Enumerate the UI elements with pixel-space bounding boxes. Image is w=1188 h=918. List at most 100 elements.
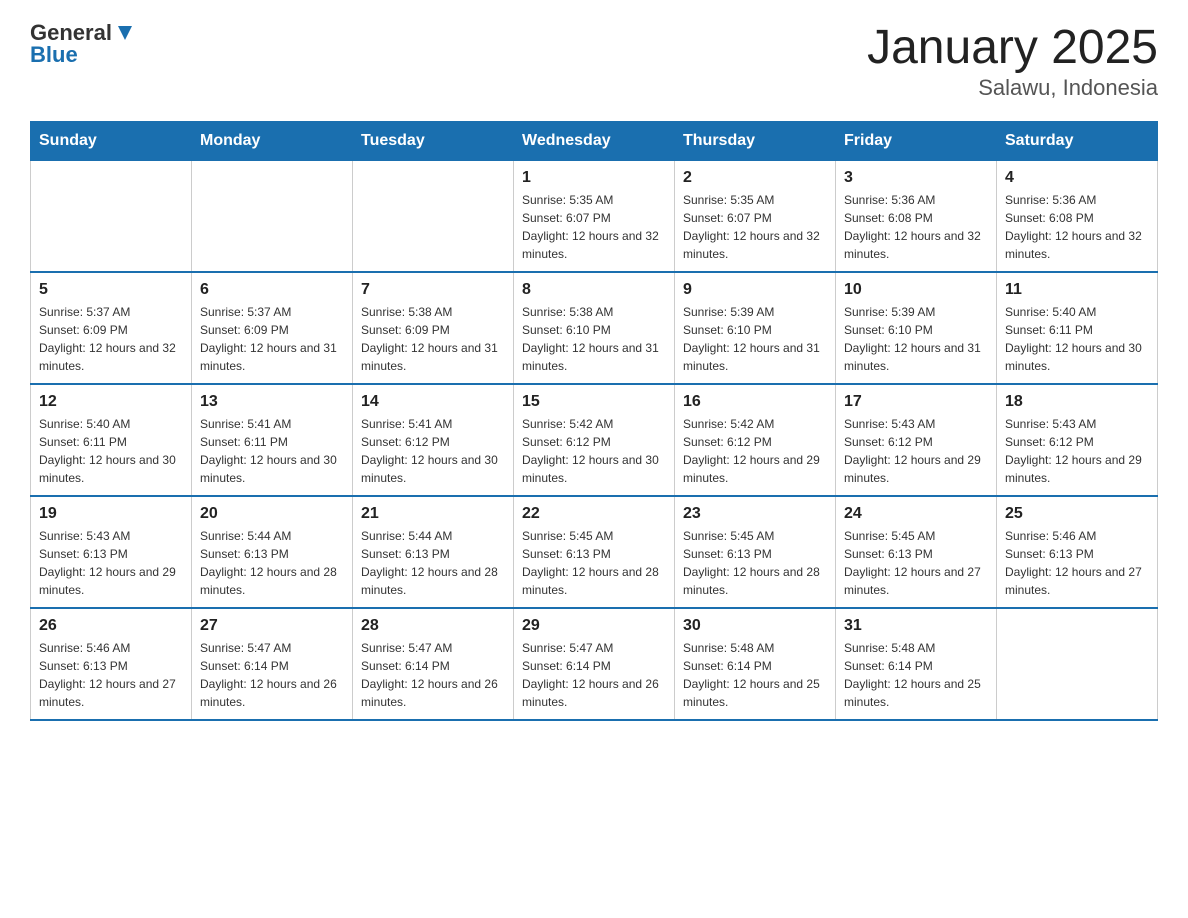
- calendar-header-row: SundayMondayTuesdayWednesdayThursdayFrid…: [31, 122, 1158, 161]
- calendar-cell: [997, 608, 1158, 720]
- calendar-cell: 3Sunrise: 5:36 AMSunset: 6:08 PMDaylight…: [836, 161, 997, 273]
- day-number: 17: [844, 393, 988, 411]
- day-number: 12: [39, 393, 183, 411]
- calendar-day-header: Monday: [192, 122, 353, 161]
- calendar-cell: 27 Sunrise: 5:47 AMSunset: 6:14 PMDayligh…: [192, 608, 353, 720]
- title-block: January 2025 Salawu, Indonesia: [867, 20, 1158, 101]
- day-info: Sunrise: 5:44 AMSunset: 6:13 PMDaylight:…: [361, 527, 505, 599]
- day-number: 13: [200, 393, 344, 411]
- calendar-week-row: 5 Sunrise: 5:37 AMSunset: 6:09 PMDaylight…: [31, 272, 1158, 384]
- day-number: 18: [1005, 393, 1149, 411]
- day-number: 3: [844, 169, 988, 187]
- calendar-week-row: 12 Sunrise: 5:40 AMSunset: 6:11 PMDayligh…: [31, 384, 1158, 496]
- day-number: 20: [200, 505, 344, 523]
- day-info: Sunrise: 5:44 AMSunset: 6:13 PMDaylight:…: [200, 527, 344, 599]
- day-info: Sunrise: 5:40 AMSunset: 6:11 PMDaylight:…: [1005, 303, 1149, 375]
- day-number: 22: [522, 505, 666, 523]
- day-info: Sunrise: 5:36 AMSunset: 6:08 PMDaylight:…: [1005, 191, 1149, 263]
- calendar-cell: 30 Sunrise: 5:48 AMSunset: 6:14 PMDayligh…: [675, 608, 836, 720]
- day-info: Sunrise: 5:35 AMSunset: 6:07 PMDaylight:…: [522, 191, 666, 263]
- calendar-cell: 14 Sunrise: 5:41 AMSunset: 6:12 PMDayligh…: [353, 384, 514, 496]
- day-info: Sunrise: 5:48 AMSunset: 6:14 PMDaylight:…: [844, 639, 988, 711]
- calendar-cell: 1 Sunrise: 5:35 AMSunset: 6:07 PMDaylight…: [514, 161, 675, 273]
- day-number: 28: [361, 617, 505, 635]
- calendar-cell: 16 Sunrise: 5:42 AMSunset: 6:12 PMDayligh…: [675, 384, 836, 496]
- calendar-cell: 6Sunrise: 5:37 AMSunset: 6:09 PMDaylight…: [192, 272, 353, 384]
- calendar-cell: 26 Sunrise: 5:46 AMSunset: 6:13 PMDayligh…: [31, 608, 192, 720]
- calendar-cell: 5 Sunrise: 5:37 AMSunset: 6:09 PMDaylight…: [31, 272, 192, 384]
- day-number: 1: [522, 169, 666, 187]
- logo-triangle-icon: [114, 22, 136, 44]
- day-number: 7: [361, 281, 505, 299]
- day-number: 2: [683, 169, 827, 187]
- calendar-week-row: 26 Sunrise: 5:46 AMSunset: 6:13 PMDayligh…: [31, 608, 1158, 720]
- calendar-cell: 23 Sunrise: 5:45 AMSunset: 6:13 PMDayligh…: [675, 496, 836, 608]
- day-number: 16: [683, 393, 827, 411]
- day-info: Sunrise: 5:45 AMSunset: 6:13 PMDaylight:…: [683, 527, 827, 599]
- calendar-cell: 28 Sunrise: 5:47 AMSunset: 6:14 PMDayligh…: [353, 608, 514, 720]
- calendar-cell: 12 Sunrise: 5:40 AMSunset: 6:11 PMDayligh…: [31, 384, 192, 496]
- day-number: 23: [683, 505, 827, 523]
- calendar-cell: 18Sunrise: 5:43 AMSunset: 6:12 PMDayligh…: [997, 384, 1158, 496]
- calendar-cell: 20 Sunrise: 5:44 AMSunset: 6:13 PMDayligh…: [192, 496, 353, 608]
- calendar-table: SundayMondayTuesdayWednesdayThursdayFrid…: [30, 121, 1158, 721]
- day-number: 4: [1005, 169, 1149, 187]
- day-info: Sunrise: 5:46 AMSunset: 6:13 PMDaylight:…: [39, 639, 183, 711]
- day-info: Sunrise: 5:47 AMSunset: 6:14 PMDaylight:…: [200, 639, 344, 711]
- day-info: Sunrise: 5:43 AMSunset: 6:13 PMDaylight:…: [39, 527, 183, 599]
- calendar-cell: 7Sunrise: 5:38 AMSunset: 6:09 PMDaylight…: [353, 272, 514, 384]
- calendar-cell: [353, 161, 514, 273]
- logo-blue: Blue: [30, 42, 78, 68]
- day-number: 26: [39, 617, 183, 635]
- calendar-day-header: Saturday: [997, 122, 1158, 161]
- day-info: Sunrise: 5:41 AMSunset: 6:12 PMDaylight:…: [361, 415, 505, 487]
- day-number: 25: [1005, 505, 1149, 523]
- calendar-day-header: Thursday: [675, 122, 836, 161]
- day-info: Sunrise: 5:38 AMSunset: 6:10 PMDaylight:…: [522, 303, 666, 375]
- day-number: 29: [522, 617, 666, 635]
- calendar-cell: 11 Sunrise: 5:40 AMSunset: 6:11 PMDayligh…: [997, 272, 1158, 384]
- day-info: Sunrise: 5:42 AMSunset: 6:12 PMDaylight:…: [522, 415, 666, 487]
- day-info: Sunrise: 5:45 AMSunset: 6:13 PMDaylight:…: [844, 527, 988, 599]
- calendar-cell: 9 Sunrise: 5:39 AMSunset: 6:10 PMDaylight…: [675, 272, 836, 384]
- day-info: Sunrise: 5:35 AMSunset: 6:07 PMDaylight:…: [683, 191, 827, 263]
- day-info: Sunrise: 5:37 AMSunset: 6:09 PMDaylight:…: [39, 303, 183, 375]
- day-info: Sunrise: 5:48 AMSunset: 6:14 PMDaylight:…: [683, 639, 827, 711]
- day-info: Sunrise: 5:37 AMSunset: 6:09 PMDaylight:…: [200, 303, 344, 375]
- day-info: Sunrise: 5:39 AMSunset: 6:10 PMDaylight:…: [844, 303, 988, 375]
- calendar-cell: 15 Sunrise: 5:42 AMSunset: 6:12 PMDayligh…: [514, 384, 675, 496]
- page-subtitle: Salawu, Indonesia: [867, 75, 1158, 101]
- day-info: Sunrise: 5:47 AMSunset: 6:14 PMDaylight:…: [361, 639, 505, 711]
- calendar-cell: 29 Sunrise: 5:47 AMSunset: 6:14 PMDayligh…: [514, 608, 675, 720]
- day-number: 9: [683, 281, 827, 299]
- calendar-cell: 8 Sunrise: 5:38 AMSunset: 6:10 PMDaylight…: [514, 272, 675, 384]
- calendar-cell: 21Sunrise: 5:44 AMSunset: 6:13 PMDayligh…: [353, 496, 514, 608]
- calendar-week-row: 19 Sunrise: 5:43 AMSunset: 6:13 PMDayligh…: [31, 496, 1158, 608]
- day-number: 27: [200, 617, 344, 635]
- day-info: Sunrise: 5:42 AMSunset: 6:12 PMDaylight:…: [683, 415, 827, 487]
- day-number: 11: [1005, 281, 1149, 299]
- day-number: 15: [522, 393, 666, 411]
- day-number: 24: [844, 505, 988, 523]
- calendar-cell: 17Sunrise: 5:43 AMSunset: 6:12 PMDayligh…: [836, 384, 997, 496]
- day-info: Sunrise: 5:41 AMSunset: 6:11 PMDaylight:…: [200, 415, 344, 487]
- day-info: Sunrise: 5:47 AMSunset: 6:14 PMDaylight:…: [522, 639, 666, 711]
- calendar-day-header: Tuesday: [353, 122, 514, 161]
- day-number: 10: [844, 281, 988, 299]
- calendar-cell: [192, 161, 353, 273]
- day-number: 8: [522, 281, 666, 299]
- calendar-week-row: 1 Sunrise: 5:35 AMSunset: 6:07 PMDaylight…: [31, 161, 1158, 273]
- day-number: 14: [361, 393, 505, 411]
- logo: General Blue: [30, 20, 136, 68]
- day-number: 30: [683, 617, 827, 635]
- page-header: General Blue January 2025 Salawu, Indone…: [30, 20, 1158, 101]
- calendar-cell: [31, 161, 192, 273]
- calendar-cell: 25Sunrise: 5:46 AMSunset: 6:13 PMDayligh…: [997, 496, 1158, 608]
- calendar-cell: 2 Sunrise: 5:35 AMSunset: 6:07 PMDaylight…: [675, 161, 836, 273]
- calendar-cell: 22Sunrise: 5:45 AMSunset: 6:13 PMDayligh…: [514, 496, 675, 608]
- day-info: Sunrise: 5:40 AMSunset: 6:11 PMDaylight:…: [39, 415, 183, 487]
- calendar-cell: 4 Sunrise: 5:36 AMSunset: 6:08 PMDaylight…: [997, 161, 1158, 273]
- day-info: Sunrise: 5:39 AMSunset: 6:10 PMDaylight:…: [683, 303, 827, 375]
- day-number: 5: [39, 281, 183, 299]
- day-number: 19: [39, 505, 183, 523]
